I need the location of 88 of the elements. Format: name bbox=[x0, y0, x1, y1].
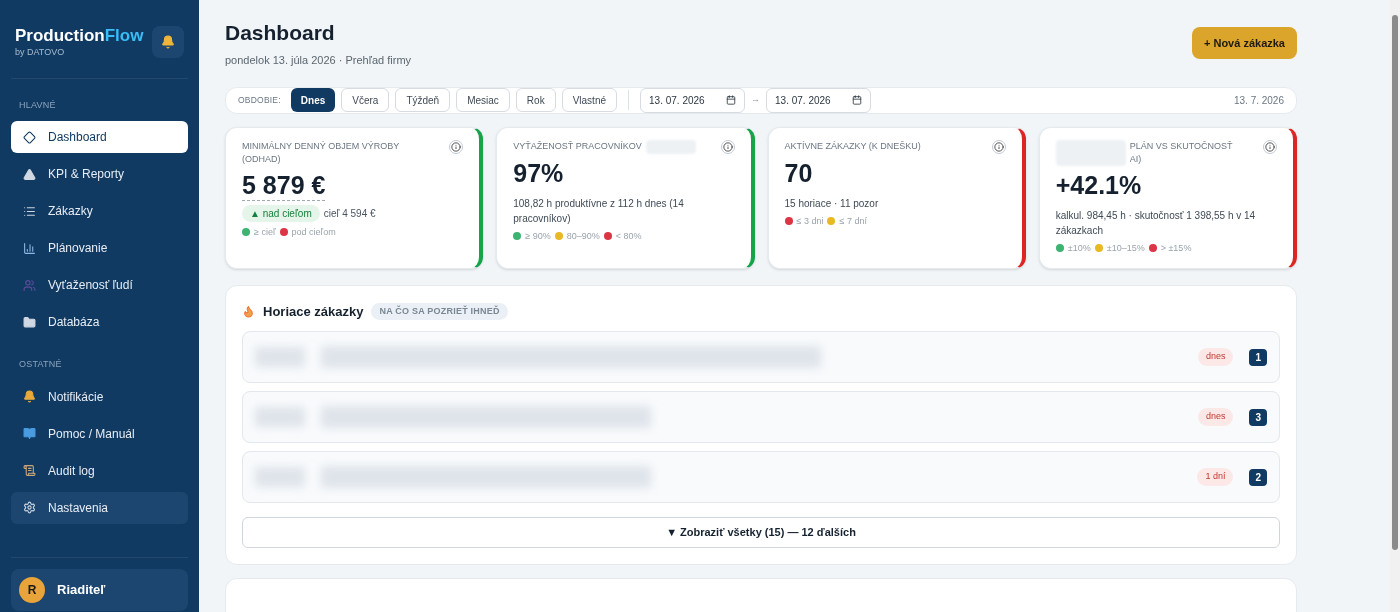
legend-label: ≥ cieľ bbox=[254, 225, 276, 239]
sidebar-item[interactable]: Notifikácie bbox=[11, 380, 188, 413]
legend-label: ≥ 90% bbox=[525, 229, 551, 243]
kpi-title: MINIMÁLNY DENNÝ OBJEM VÝROBY bbox=[242, 139, 400, 153]
sidebar-item[interactable]: Audit log bbox=[11, 454, 188, 487]
period-tab[interactable]: Týždeň bbox=[395, 88, 451, 112]
sidebar-item[interactable]: Plánovanie bbox=[11, 232, 188, 264]
legend-label: ±10% bbox=[1067, 241, 1091, 255]
user-card[interactable]: R Riaditeľ bbox=[11, 569, 188, 611]
panel-tag: NA ČO SA POZRIEŤ IHNEĎ bbox=[371, 302, 508, 320]
current-date: 13. 7. 2026 bbox=[1233, 93, 1284, 108]
legend-label: ±10–15% bbox=[1106, 241, 1145, 255]
due-badge: dnes bbox=[1197, 348, 1234, 366]
legend-label: 80–90% bbox=[566, 229, 600, 243]
section-heading: OSTATNÉ bbox=[18, 358, 63, 371]
calendar-icon bbox=[852, 95, 862, 105]
panel-title: Horiace zákazky bbox=[263, 302, 364, 321]
sidebar-item[interactable]: Dashboard bbox=[11, 121, 188, 153]
order-row[interactable]: 1 dní 2 bbox=[242, 451, 1280, 503]
kpi-title: AI) bbox=[1129, 152, 1143, 166]
info-icon[interactable] bbox=[991, 139, 1006, 154]
list-icon bbox=[23, 204, 36, 218]
period-tab[interactable]: Včera bbox=[341, 88, 390, 112]
sidebar-item[interactable]: Nastavenia bbox=[11, 491, 188, 524]
sidebar-item[interactable]: Pomoc / Manuál bbox=[11, 417, 188, 450]
calendar-icon bbox=[726, 95, 736, 105]
kpi-title: PLÁN VS SKUTOČNOSŤ bbox=[1129, 139, 1233, 153]
folder-icon bbox=[23, 315, 36, 329]
notification-button[interactable] bbox=[152, 26, 184, 58]
sidebar-item[interactable]: Vyťaženosť ľudí bbox=[11, 269, 188, 301]
range-arrow: → bbox=[751, 93, 760, 107]
bell-icon bbox=[161, 35, 175, 49]
info-icon[interactable] bbox=[1263, 139, 1277, 154]
period-tab[interactable]: Dnes bbox=[290, 88, 336, 112]
kpi-value: +42.1% bbox=[1055, 169, 1142, 200]
gear-icon bbox=[23, 501, 36, 514]
info-icon[interactable] bbox=[449, 139, 464, 154]
count-badge: 1 bbox=[1249, 348, 1267, 366]
legend-label: ≤ 7 dní bbox=[839, 214, 867, 228]
people-icon bbox=[23, 278, 36, 292]
filter-label: OBDOBIE: bbox=[238, 93, 281, 107]
due-badge: dnes bbox=[1197, 408, 1234, 426]
book-icon bbox=[23, 427, 36, 440]
sidebar-item[interactable]: KPI & Reporty bbox=[11, 158, 188, 190]
kpi-value: 70 bbox=[784, 157, 813, 188]
order-row[interactable]: dnes 3 bbox=[242, 391, 1280, 443]
page-title: Dashboard bbox=[225, 20, 336, 46]
kpi-detail: kalkul. 984,45 h · skutočnosť 1 398,55 h v 14 zákazkach bbox=[1055, 208, 1257, 238]
flame-icon bbox=[242, 304, 255, 318]
target-text: cieľ 4 594 € bbox=[323, 206, 376, 221]
sidebar-item[interactable]: Databáza bbox=[11, 306, 188, 338]
legend-label: < 80% bbox=[615, 229, 642, 243]
period-tab[interactable]: Vlastné bbox=[561, 88, 617, 112]
kpi-title: VYŤAŽENOSŤ PRACOVNÍKOV bbox=[513, 139, 642, 153]
kpi-detail: 108,82 h produktívne z 112 h dnes (14 pracovníkov) bbox=[513, 196, 685, 226]
triangle-icon bbox=[23, 167, 36, 181]
kpi-detail: 15 horiace · 11 pozor bbox=[784, 196, 880, 211]
brand-logo: ProductionFlow bbox=[15, 26, 144, 46]
user-name: Riaditeľ bbox=[57, 581, 106, 600]
legend-label: ≤ 3 dni bbox=[796, 214, 824, 228]
period-tab[interactable]: Mesiac bbox=[456, 88, 510, 112]
show-all-button[interactable]: ▼ Zobraziť všetky (15) — 12 ďalších bbox=[242, 517, 1280, 548]
kpi-title: AKTÍVNE ZÁKAZKY (K DNEŠKU) bbox=[784, 139, 921, 153]
scrollbar[interactable] bbox=[1390, 0, 1400, 612]
page-subtitle: pondelok 13. júla 2026 · Prehľad firmy bbox=[225, 53, 412, 68]
kpi-title: (ODHAD) bbox=[242, 152, 282, 166]
diamond-icon bbox=[23, 130, 36, 144]
info-icon[interactable] bbox=[720, 139, 735, 154]
due-badge: 1 dní bbox=[1197, 468, 1234, 486]
bell-icon bbox=[23, 390, 36, 403]
period-tab[interactable]: Rok bbox=[515, 88, 556, 112]
kpi-value: 97% bbox=[513, 157, 564, 188]
count-badge: 2 bbox=[1249, 468, 1267, 486]
legend-label: pod cieľom bbox=[291, 225, 336, 239]
status-badge: ▲ nad cieľom bbox=[242, 204, 320, 222]
date-field[interactable]: 13. 07. 2026 bbox=[640, 87, 745, 113]
count-badge: 3 bbox=[1249, 408, 1267, 426]
date-field[interactable]: 13. 07. 2026 bbox=[766, 87, 871, 113]
brand-subtitle: by DATOVO bbox=[15, 46, 66, 59]
kpi-value: 5 879 € bbox=[242, 169, 326, 201]
new-order-button[interactable]: + Nová zákazka bbox=[1191, 27, 1297, 59]
sidebar-item[interactable]: Zákazky bbox=[11, 195, 188, 227]
section-heading: HLAVNÉ bbox=[18, 98, 57, 112]
bar-chart-icon bbox=[23, 241, 36, 255]
order-row[interactable]: dnes 1 bbox=[242, 331, 1280, 383]
user-avatar: R bbox=[19, 577, 45, 603]
scroll-icon bbox=[23, 464, 36, 477]
legend-label: > ±15% bbox=[1160, 241, 1192, 255]
